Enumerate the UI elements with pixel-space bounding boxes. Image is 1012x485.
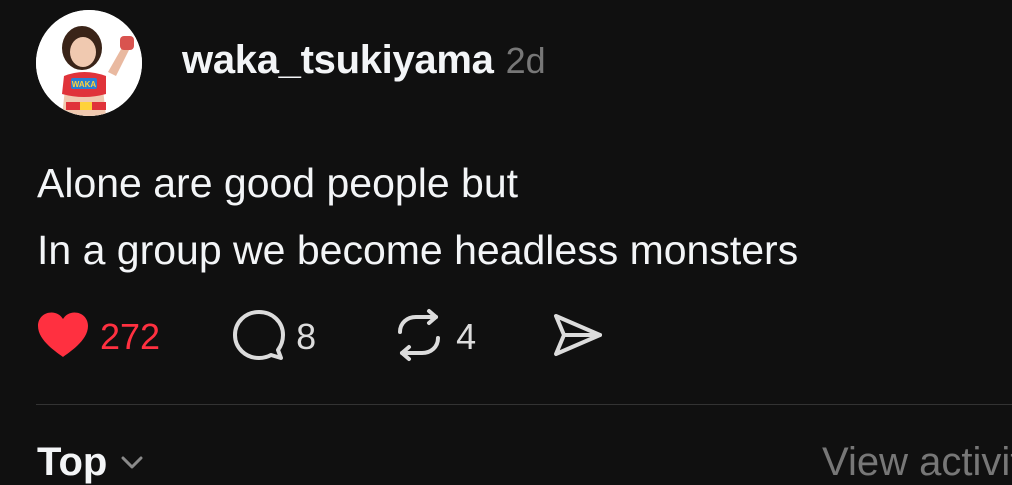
heart-filled-icon — [36, 311, 90, 364]
comment-button[interactable]: 8 — [232, 308, 316, 367]
avatar-image: WAKA — [36, 10, 142, 116]
divider — [36, 404, 1012, 405]
like-button[interactable]: 272 — [36, 311, 160, 364]
repost-button[interactable]: 4 — [392, 308, 476, 367]
svg-text:WAKA: WAKA — [72, 80, 97, 89]
post-time: 2d — [505, 40, 546, 81]
sort-dropdown[interactable]: Top — [37, 440, 143, 485]
comment-count: 8 — [296, 316, 317, 357]
post-header: waka_tsukiyama 2d — [182, 38, 546, 90]
username[interactable]: waka_tsukiyama — [182, 38, 494, 83]
chevron-down-icon — [121, 456, 143, 470]
action-bar: 272 8 4 — [36, 306, 604, 368]
like-count: 272 — [100, 316, 161, 357]
post-line: Alone are good people but — [37, 160, 519, 206]
speech-bubble-icon — [232, 308, 286, 367]
avatar[interactable]: WAKA — [36, 10, 142, 116]
repost-count: 4 — [456, 316, 477, 357]
share-button[interactable] — [550, 308, 604, 367]
repost-arrows-icon — [392, 308, 446, 367]
sort-label: Top — [37, 440, 108, 484]
send-icon — [550, 308, 604, 367]
post-line: In a group we become headless monsters — [37, 227, 799, 273]
post-body: Alone are good people but In a group we … — [37, 150, 798, 284]
view-activity-link[interactable]: View activity — [822, 440, 1012, 485]
